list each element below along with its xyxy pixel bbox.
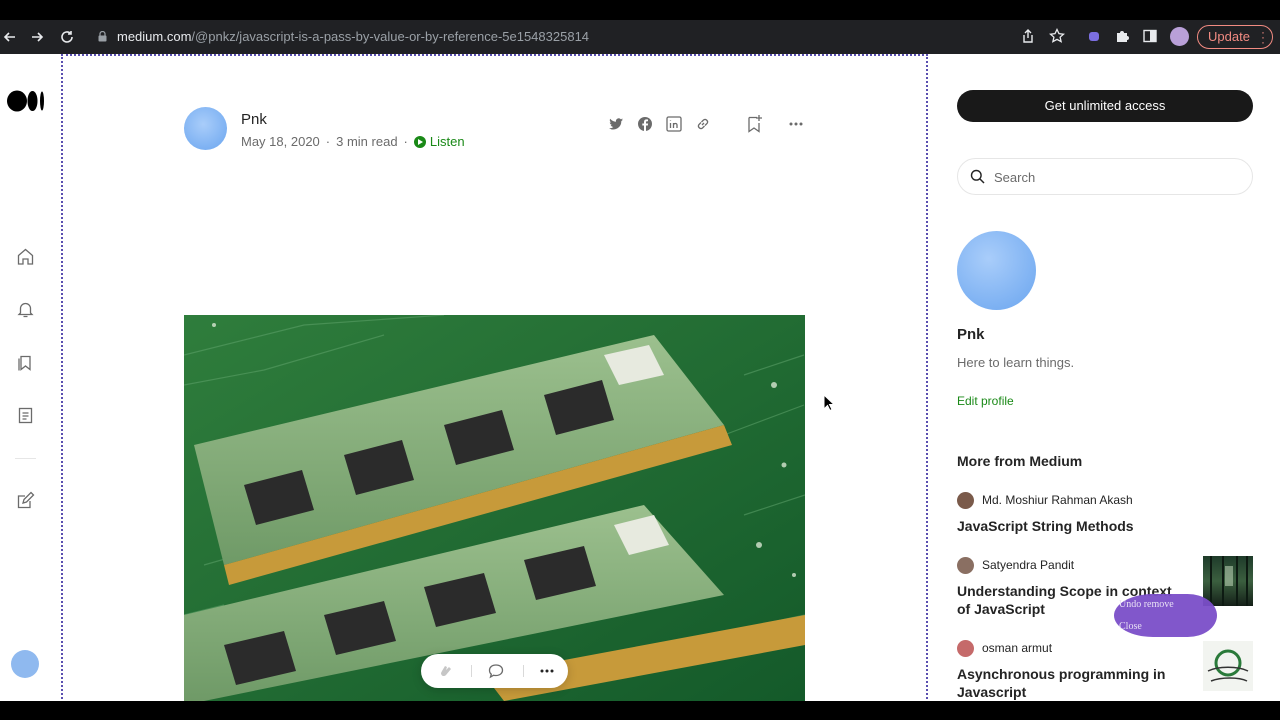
author-avatar[interactable] [184, 107, 227, 150]
lock-icon [98, 31, 107, 42]
more-from-medium-heading: More from Medium [957, 453, 1083, 469]
facebook-icon[interactable] [637, 116, 653, 132]
back-icon[interactable] [0, 27, 20, 47]
separator [523, 665, 524, 677]
twitter-icon[interactable] [608, 116, 624, 132]
profile-avatar-large[interactable] [957, 231, 1036, 310]
close-button[interactable]: Close [1119, 621, 1142, 632]
more-vert-icon: · · · [1261, 25, 1265, 49]
clap-icon[interactable] [437, 662, 455, 680]
rec-author: Md. Moshiur Rahman Akash [982, 493, 1133, 507]
comment-icon[interactable] [487, 662, 505, 680]
save-bookmark-icon[interactable] [745, 114, 763, 134]
rec-author: osman armut [982, 641, 1053, 655]
puzzle-icon[interactable] [1114, 28, 1130, 44]
more-options-icon[interactable] [788, 116, 804, 132]
stories-icon[interactable] [16, 406, 35, 425]
url-path: /@pnkz/javascript-is-a-pass-by-value-or-… [191, 29, 590, 44]
url-text: medium.com/@pnkz/javascript-is-a-pass-by… [117, 29, 589, 44]
bookmark-star-icon[interactable] [1049, 28, 1065, 44]
search-input[interactable] [994, 167, 1234, 187]
author-name[interactable]: Pnk [241, 111, 267, 128]
lists-icon[interactable] [16, 353, 35, 372]
medium-page: Pnk May 18, 2020 · 3 min read · Listen G… [0, 54, 1280, 701]
rec-title[interactable]: Asynchronous programming in Javascript [957, 665, 1187, 701]
mouse-cursor-icon [823, 394, 835, 412]
undo-remove-button[interactable]: Undo remove [1119, 599, 1174, 610]
more-actions-icon[interactable] [538, 662, 556, 680]
medium-logo-icon[interactable] [7, 90, 45, 112]
article-hero-image [184, 315, 805, 701]
url-host: medium.com [117, 29, 192, 44]
sidepanel-icon[interactable] [1142, 28, 1158, 44]
rec-author: Satyendra Pandit [982, 558, 1075, 572]
separator [471, 665, 472, 677]
home-icon[interactable] [16, 247, 35, 266]
rec-thumbnail[interactable] [1203, 556, 1253, 606]
copy-link-icon[interactable] [695, 116, 711, 132]
extension-icon[interactable] [1086, 28, 1102, 44]
rec-author-avatar [957, 557, 974, 574]
rec-title[interactable]: JavaScript String Methods [957, 517, 1187, 535]
linkedin-icon[interactable] [666, 116, 682, 132]
user-avatar[interactable] [11, 650, 39, 678]
notifications-icon[interactable] [16, 300, 35, 319]
read-time: 3 min read [336, 134, 398, 149]
floating-action-bar [421, 654, 568, 688]
listen-button[interactable]: Listen [413, 134, 465, 149]
search-box[interactable] [957, 158, 1253, 195]
reload-icon[interactable] [57, 27, 77, 47]
article-meta: May 18, 2020 · 3 min read · Listen [241, 134, 465, 149]
update-button[interactable]: Update · · · [1197, 25, 1273, 49]
profile-bio: Here to learn things. [957, 355, 1075, 370]
play-icon [413, 136, 426, 148]
address-bar[interactable]: medium.com/@pnkz/javascript-is-a-pass-by… [86, 24, 1086, 50]
get-unlimited-access-button[interactable]: Get unlimited access [957, 90, 1253, 122]
profile-name[interactable]: Pnk [957, 326, 985, 343]
write-icon[interactable] [16, 491, 35, 510]
rail-divider [15, 458, 36, 459]
publish-date: May 18, 2020 [241, 134, 320, 149]
update-label: Update [1208, 29, 1250, 44]
rec-author-avatar [957, 492, 974, 509]
share-page-icon[interactable] [1020, 28, 1036, 44]
undo-popup: Undo remove Close [1114, 594, 1217, 637]
edit-profile-link[interactable]: Edit profile [957, 394, 1014, 408]
search-icon [970, 169, 985, 184]
listen-label: Listen [429, 134, 465, 149]
profile-avatar[interactable] [1170, 27, 1189, 46]
browser-chrome: medium.com/@pnkz/javascript-is-a-pass-by… [0, 0, 1280, 54]
rec-author-avatar [957, 640, 974, 657]
screen-bottom-edge [0, 701, 1280, 720]
forward-icon[interactable] [27, 27, 47, 47]
tab-strip [0, 0, 1280, 20]
rec-thumbnail[interactable] [1203, 641, 1253, 691]
